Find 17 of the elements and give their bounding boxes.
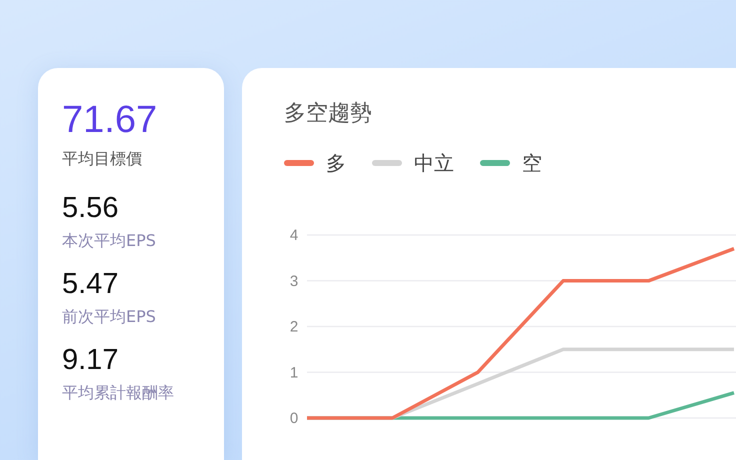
stat-label: 本次平均EPS xyxy=(62,230,156,252)
chart-title: 多空趨勢 xyxy=(284,100,372,128)
axis-tick-label: 1 xyxy=(290,364,298,382)
legend-label: 中立 xyxy=(414,150,454,176)
axis-tick-label: 2 xyxy=(290,318,298,336)
stat-value: 5.56 xyxy=(62,191,118,226)
axis-tick-label: 0 xyxy=(290,410,298,427)
axis-tick-label: 3 xyxy=(290,272,298,290)
axis-tick-label: 4 xyxy=(290,227,298,244)
highlight-value: 71.67 xyxy=(62,98,158,142)
stat-value: 5.47 xyxy=(62,267,118,302)
legend-label: 空 xyxy=(522,150,542,176)
legend-label: 多 xyxy=(326,150,346,176)
stat-value: 9.17 xyxy=(62,343,118,378)
stat-label: 平均目標價 xyxy=(62,148,142,170)
stat-label: 前次平均EPS xyxy=(62,306,156,328)
stat-label: 平均累計報酬率 xyxy=(62,382,174,404)
